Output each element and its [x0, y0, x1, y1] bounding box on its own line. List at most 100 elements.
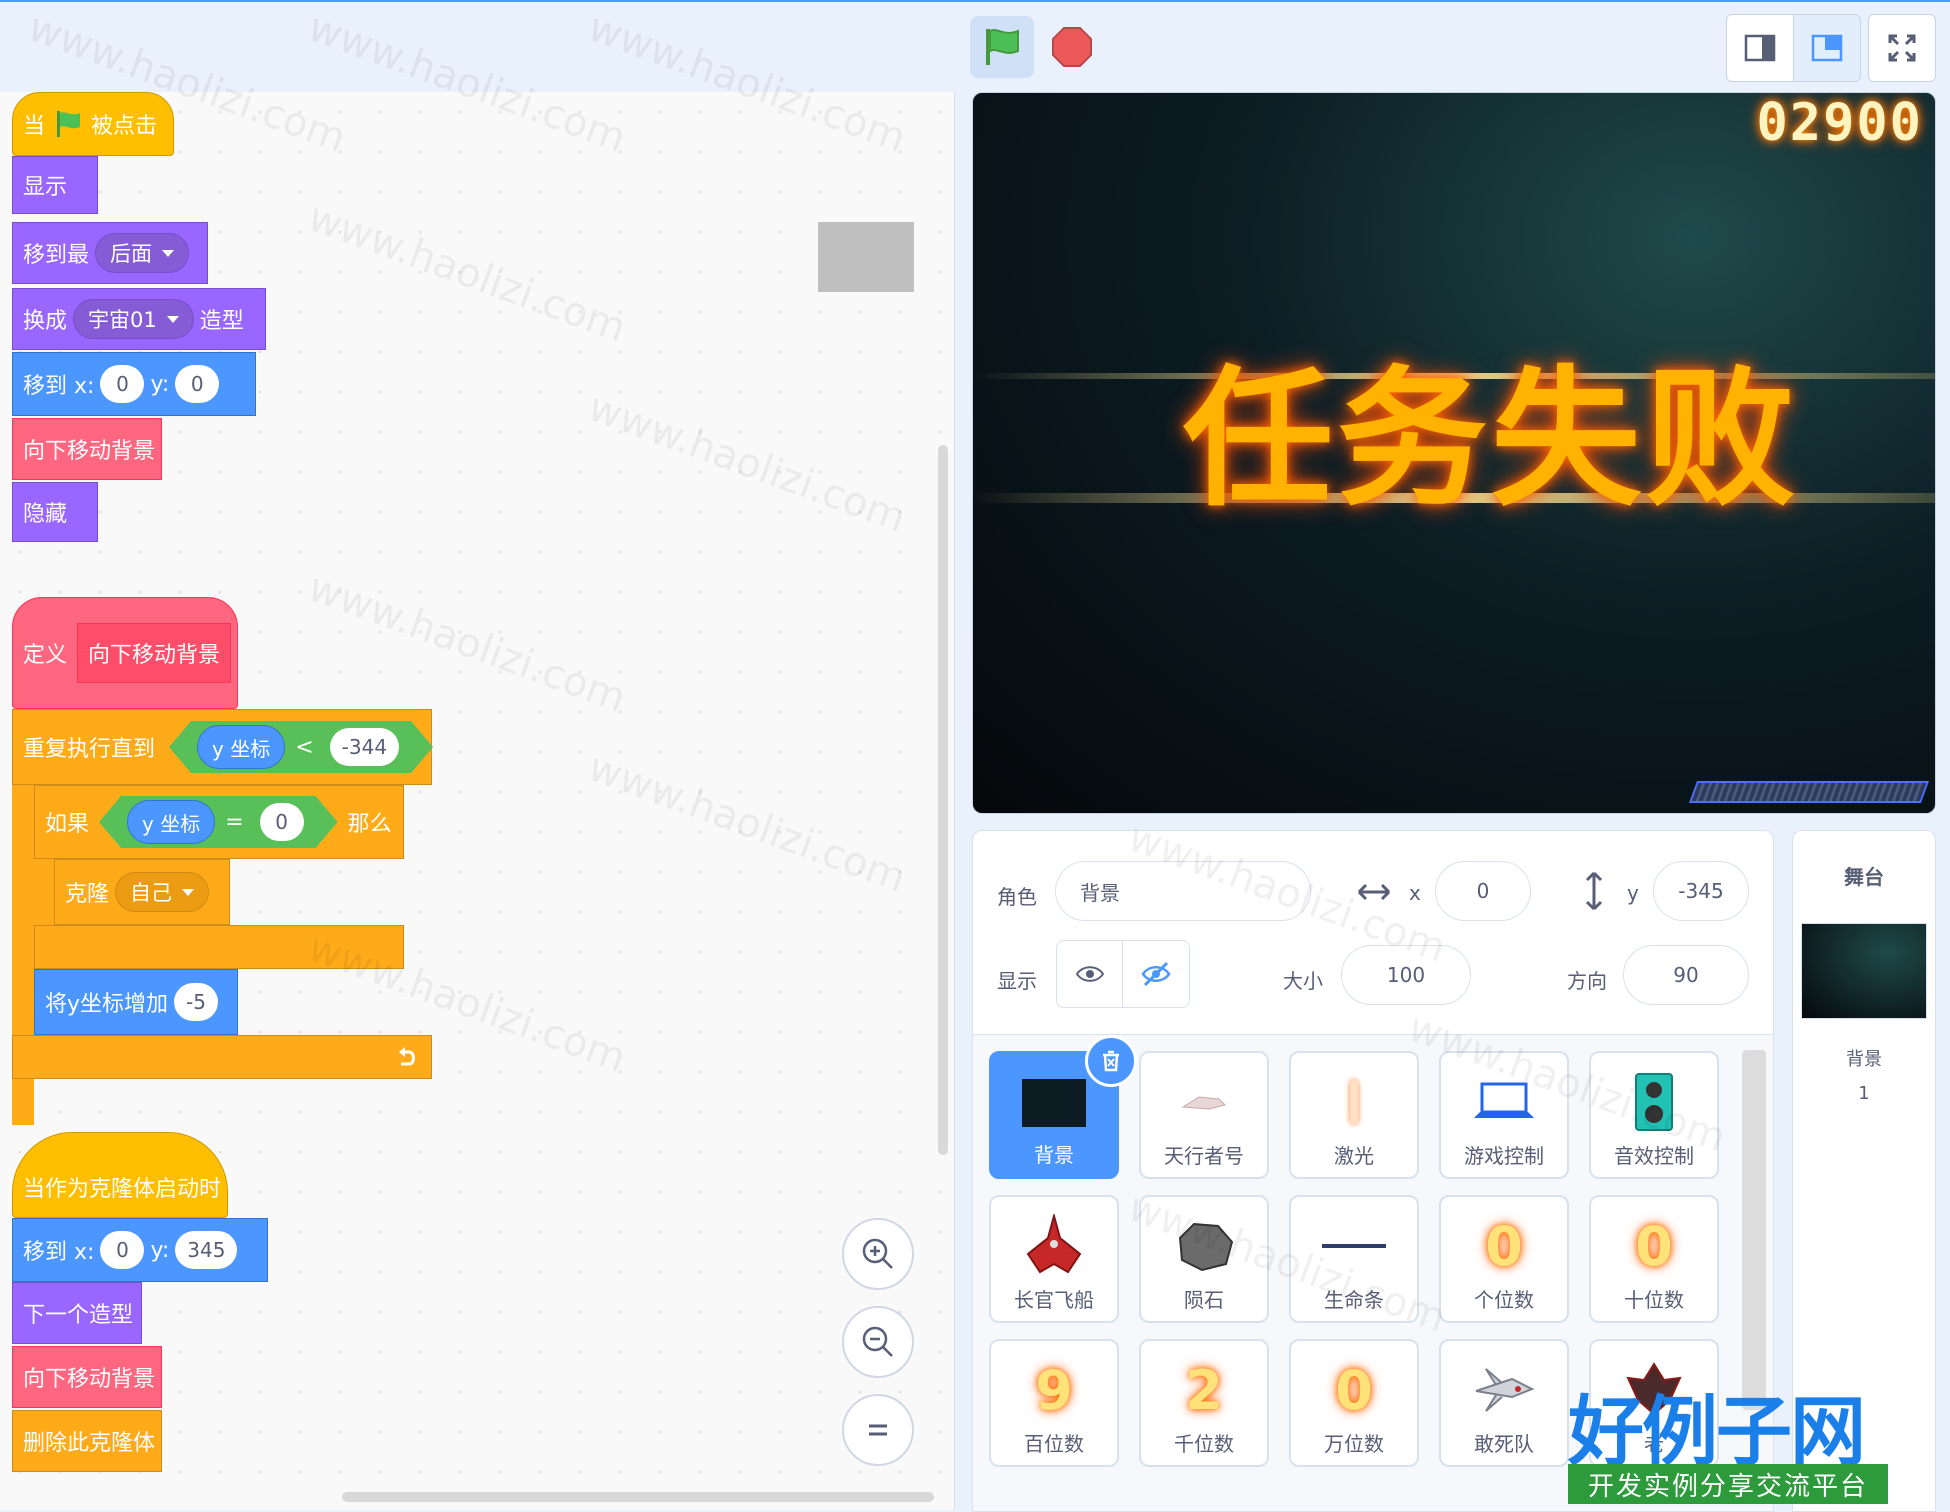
zoom-in-button[interactable] — [842, 1218, 914, 1290]
sprite-tile[interactable]: 0 万位数 — [1289, 1339, 1419, 1467]
move-bg-call-block-2[interactable]: 向下移动背景 — [12, 1346, 162, 1408]
layer-dropdown[interactable]: 后面 — [95, 233, 190, 273]
block-text: 移到 x: — [23, 374, 95, 399]
costume-dropdown[interactable]: 宇宙01 — [73, 299, 194, 339]
vertical-scrollbar[interactable] — [938, 445, 948, 1155]
block-text: 当 — [23, 114, 46, 139]
eye-slash-icon — [1141, 961, 1171, 987]
next-costume-block[interactable]: 下一个造型 — [12, 1282, 142, 1344]
sprite-name: 万位数 — [1324, 1432, 1384, 1456]
block-text: 将y坐标增加 — [45, 992, 169, 1017]
sprite-name: 音效控制 — [1614, 1144, 1694, 1168]
stage-canvas[interactable]: 任务失败 02900 — [972, 92, 1936, 814]
sprite-name: 百位数 — [1024, 1432, 1084, 1456]
code-workspace[interactable]: 当 被点击 显示 移到最 后面 换成 宇宙01 造型 移到 x: 0 y: 0 … — [0, 92, 955, 1510]
show-block[interactable]: 显示 — [12, 156, 98, 214]
less-than-value[interactable]: -344 — [330, 728, 399, 766]
change-y-block[interactable]: 将y坐标增加 -5 — [34, 969, 238, 1035]
block-text: 下一个造型 — [23, 1303, 134, 1328]
horizontal-scrollbar[interactable] — [342, 1492, 934, 1502]
x-input[interactable]: 0 — [100, 1231, 145, 1269]
repeat-until-block[interactable]: 重复执行直到 y 坐标 < -344 — [12, 709, 432, 785]
switch-costume-block[interactable]: 换成 宇宙01 造型 — [12, 288, 266, 350]
large-stage-button[interactable] — [1793, 14, 1861, 82]
backdrop-thumbnail[interactable] — [1801, 923, 1927, 1019]
hide-sprite-button[interactable] — [1122, 940, 1190, 1008]
sprite-thumbnail-overlay — [818, 222, 914, 292]
digit-thumbnail: 0 — [1291, 1355, 1417, 1425]
jet-thumbnail — [1441, 1355, 1567, 1425]
costume-value: 宇宙01 — [88, 308, 157, 332]
block-text: 被点击 — [91, 114, 158, 139]
equals-operator[interactable]: y 坐标 = 0 — [99, 796, 338, 848]
green-flag-button[interactable] — [970, 16, 1034, 78]
sprite-tile[interactable]: 游戏控制 — [1439, 1051, 1569, 1179]
backdrop-label: 背景 — [1846, 1049, 1882, 1070]
block-text: 那么 — [347, 812, 392, 837]
sprite-label: 角色 — [997, 885, 1037, 909]
change-y-input[interactable]: -5 — [174, 983, 219, 1021]
equals-value[interactable]: 0 — [260, 803, 304, 841]
sprite-tile[interactable]: 生命条 — [1289, 1195, 1419, 1323]
when-flag-clicked-block[interactable]: 当 被点击 — [12, 92, 174, 156]
y-position-reporter[interactable]: y 坐标 — [127, 800, 215, 844]
chevron-down-icon — [182, 888, 195, 896]
block-text: 向下移动背景 — [23, 439, 156, 464]
y-position-reporter[interactable]: y 坐标 — [197, 725, 285, 769]
small-stage-button[interactable] — [1726, 14, 1794, 82]
loop-arrow-icon — [399, 1047, 415, 1066]
sprite-tile[interactable]: 2 千位数 — [1139, 1339, 1269, 1467]
zoom-out-button[interactable] — [842, 1306, 914, 1378]
y-input[interactable]: 345 — [175, 1231, 238, 1269]
size-input[interactable]: 100 — [1341, 945, 1471, 1005]
x-label: x — [1409, 881, 1421, 905]
sprite-tile[interactable]: 0 个位数 — [1439, 1195, 1569, 1323]
sprite-tile[interactable]: 音效控制 — [1589, 1051, 1719, 1179]
block-text: 定义 — [23, 643, 68, 668]
clone-block[interactable]: 克隆 自己 — [54, 859, 230, 925]
sprite-list-scrollbar[interactable] — [1742, 1050, 1766, 1410]
zoom-reset-button[interactable] — [842, 1394, 914, 1466]
if-then-block[interactable]: 如果 y 坐标 = 0 那么 — [34, 785, 404, 859]
hide-block[interactable]: 隐藏 — [12, 482, 98, 542]
sprite-tile[interactable]: 敢死队 — [1439, 1339, 1569, 1467]
sprite-tile[interactable]: 激光 — [1289, 1051, 1419, 1179]
layer-value: 后面 — [110, 242, 153, 266]
sprite-name-input[interactable]: 背景 — [1055, 861, 1311, 921]
define-block[interactable]: 定义 向下移动背景 — [12, 597, 238, 709]
sprite-tile[interactable]: 天行者号 — [1139, 1051, 1269, 1179]
move-bg-call-block[interactable]: 向下移动背景 — [12, 418, 162, 480]
sprite-tile[interactable]: 9 百位数 — [989, 1339, 1119, 1467]
direction-label: 方向 — [1567, 969, 1607, 993]
sprite-tile[interactable]: 陨石 — [1139, 1195, 1269, 1323]
lifebar-thumbnail — [1291, 1211, 1417, 1281]
go-to-xy-block[interactable]: 移到 x: 0 y: 0 — [12, 352, 256, 416]
size-label: 大小 — [1283, 969, 1323, 993]
mission-failed-text: 任务失败 — [1183, 353, 1800, 527]
show-sprite-button[interactable] — [1056, 940, 1124, 1008]
chevron-down-icon — [162, 249, 175, 257]
x-position-input[interactable]: 0 — [1435, 861, 1531, 921]
stop-button[interactable] — [1040, 16, 1104, 78]
sprite-tile[interactable]: 长官飞船 — [989, 1195, 1119, 1323]
when-clone-starts-block[interactable]: 当作为克隆体启动时 — [12, 1132, 228, 1218]
block-text: 向下移动背景 — [23, 1367, 156, 1392]
sprite-name: 激光 — [1334, 1144, 1374, 1168]
go-to-xy-block-2[interactable]: 移到 x: 0 y: 345 — [12, 1218, 268, 1282]
define-name: 向下移动背景 — [88, 643, 221, 668]
sprite-tile[interactable]: 0 十位数 — [1589, 1195, 1719, 1323]
digit-glyph: 0 — [1485, 1214, 1523, 1278]
y-input[interactable]: 0 — [175, 365, 220, 403]
delete-clone-block[interactable]: 删除此克隆体 — [12, 1410, 162, 1472]
delete-sprite-button[interactable] — [1085, 1035, 1137, 1087]
digit-glyph: 0 — [1335, 1358, 1373, 1422]
fullscreen-button[interactable] — [1868, 14, 1936, 82]
x-input[interactable]: 0 — [100, 365, 145, 403]
y-position-input[interactable]: -345 — [1653, 861, 1749, 921]
digit-glyph: 0 — [1635, 1214, 1673, 1278]
go-to-layer-block[interactable]: 移到最 后面 — [12, 222, 208, 284]
less-than-operator[interactable]: y 坐标 < -344 — [169, 721, 433, 773]
logo-sub-text: 开发实例分享交流平台 — [1568, 1464, 1888, 1504]
direction-input[interactable]: 90 — [1623, 945, 1749, 1005]
clone-target-dropdown[interactable]: 自己 — [115, 872, 210, 912]
